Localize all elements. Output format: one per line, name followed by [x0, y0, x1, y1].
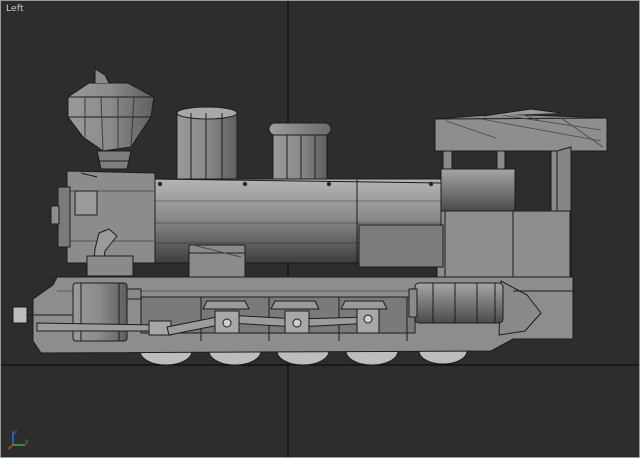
locomotive-model[interactable]: [12, 68, 608, 366]
sand-dome: [268, 122, 332, 182]
smokestack: [67, 68, 155, 170]
scene-canvas[interactable]: [1, 1, 639, 457]
svg-text:z: z: [14, 429, 17, 436]
svg-text:y: y: [25, 438, 29, 445]
steam-cylinder: [12, 282, 142, 342]
axis-tripod-icon: z y: [7, 429, 29, 450]
steam-dome: [176, 106, 238, 184]
side-tank: [408, 282, 504, 324]
viewport-left[interactable]: Left z y: [0, 0, 640, 458]
